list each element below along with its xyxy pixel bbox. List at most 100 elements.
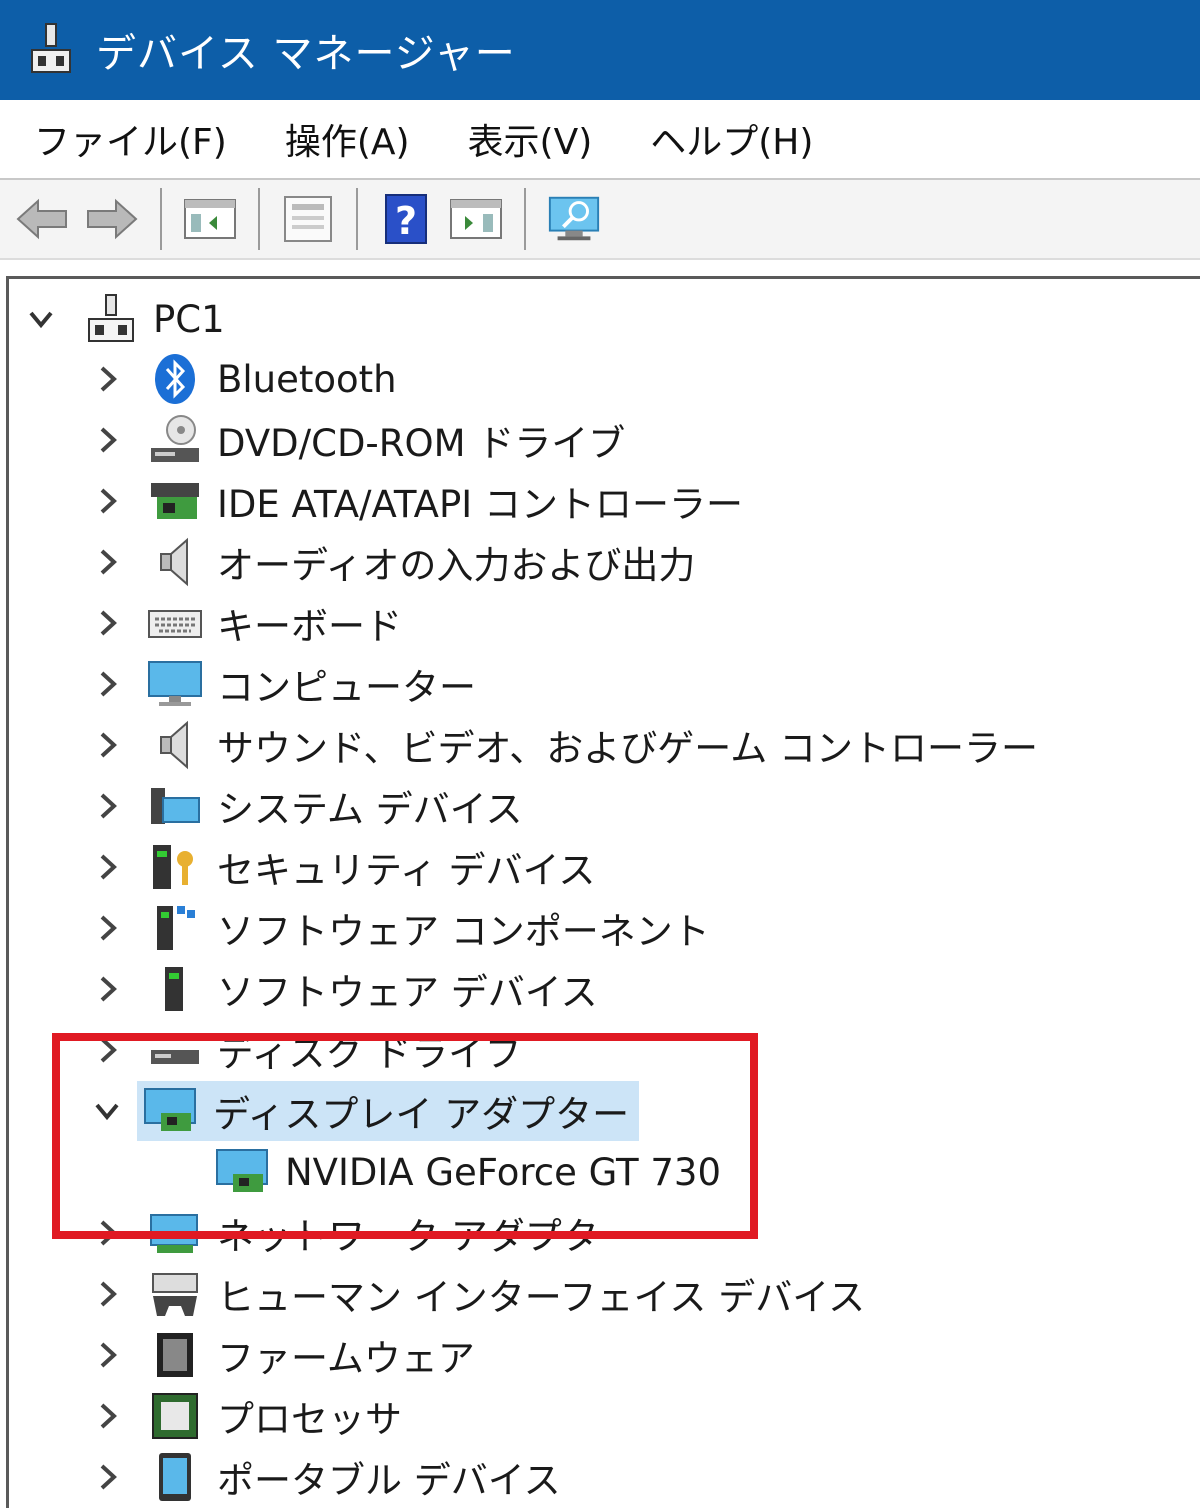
forward-button[interactable] xyxy=(84,191,140,247)
chevron-right-icon[interactable] xyxy=(89,481,125,521)
network-adapter-icon xyxy=(150,1214,198,1253)
tree-item[interactable]: ソフトウェア コンポーネント xyxy=(89,898,710,958)
chevron-right-icon[interactable] xyxy=(89,359,125,399)
tree-item-label: ディスプレイ アダプター xyxy=(213,1093,630,1136)
chevron-right-icon[interactable] xyxy=(89,1030,125,1070)
speaker-icon xyxy=(160,537,188,587)
tree-item[interactable]: セキュリティ デバイス xyxy=(89,837,595,897)
properties-icon xyxy=(284,196,332,242)
toolbar-separator xyxy=(160,188,162,250)
tree-item[interactable]: ネットワーク アダプター xyxy=(89,1203,636,1263)
properties-button[interactable] xyxy=(280,191,336,247)
back-icon xyxy=(16,198,67,240)
menu-help[interactable]: ヘルプ(H) xyxy=(650,113,813,165)
chevron-right-icon[interactable] xyxy=(89,847,125,887)
monitor-icon xyxy=(148,661,202,706)
hid-icon xyxy=(152,1273,198,1316)
tree-item[interactable]: サウンド、ビデオ、およびゲーム コントローラー xyxy=(89,715,1038,775)
forward-icon xyxy=(87,198,138,240)
svg-text:?: ? xyxy=(395,199,417,243)
scan-hardware-icon xyxy=(548,196,600,241)
tree-item-label: サウンド、ビデオ、およびゲーム コントローラー xyxy=(217,727,1038,770)
tree-item-label: ソフトウェア デバイス xyxy=(217,971,598,1014)
tree-root-label: PC1 xyxy=(153,297,225,341)
chevron-right-icon[interactable] xyxy=(89,969,125,1009)
tree-item-label: コンピューター xyxy=(217,666,476,709)
tree-item-label: IDE ATA/ATAPI コントローラー xyxy=(217,483,743,526)
display-adapter-icon xyxy=(216,1149,268,1192)
tree-root-pc1[interactable]: PC1 xyxy=(23,289,225,349)
help-icon: ? xyxy=(385,194,427,244)
tree-child-label: NVIDIA GeForce GT 730 xyxy=(285,1150,722,1194)
tree-item[interactable]: DVD/CD-ROM ドライブ xyxy=(89,410,625,470)
tree-item[interactable]: キーボード xyxy=(89,593,402,653)
menu-bar: ファイル(F) 操作(A) 表示(V) ヘルプ(H) xyxy=(0,100,1200,180)
chevron-right-icon[interactable] xyxy=(89,664,125,704)
dvd-drive-icon xyxy=(151,415,199,462)
chevron-right-icon[interactable] xyxy=(89,603,125,643)
toolbar: ? xyxy=(0,180,1200,260)
tree-item[interactable]: プロセッサ xyxy=(89,1386,402,1446)
keyboard-icon xyxy=(148,610,202,638)
toolbar-separator xyxy=(356,188,358,250)
tree-item-label: キーボード xyxy=(217,605,402,648)
tree-item-label: ヒューマン インターフェイス デバイス xyxy=(217,1276,866,1319)
tree-item-label: ソフトウェア コンポーネント xyxy=(217,910,710,953)
chevron-down-icon[interactable] xyxy=(23,299,59,339)
chevron-right-icon[interactable] xyxy=(89,1274,125,1314)
chevron-right-icon[interactable] xyxy=(89,1396,125,1436)
tree-item[interactable]: ポータブル デバイス xyxy=(89,1447,561,1507)
software-device-icon xyxy=(165,967,183,1011)
menu-action[interactable]: 操作(A) xyxy=(285,113,410,165)
action-pane-icon xyxy=(450,199,502,239)
tree-item-label: オーディオの入力および出力 xyxy=(217,544,696,587)
software-component-icon xyxy=(157,906,195,950)
console-tree-button[interactable] xyxy=(182,191,238,247)
window-title: デバイス マネージャー xyxy=(96,31,516,77)
ide-controller-icon xyxy=(151,483,199,519)
tree-item-label: ファームウェア xyxy=(217,1337,475,1380)
chevron-right-icon[interactable] xyxy=(89,1457,125,1497)
toolbar-separator xyxy=(258,188,260,250)
tree-item-label: プロセッサ xyxy=(217,1398,402,1441)
computer-network-icon xyxy=(88,294,134,342)
device-tree: PC1 Bluetooth DVD/CD-ROM ドライブ IDE ATA/AT… xyxy=(6,276,1200,1508)
scan-hardware-button[interactable] xyxy=(546,191,602,247)
tree-item[interactable]: IDE ATA/ATAPI コントローラー xyxy=(89,471,743,531)
tree-child-nvidia[interactable]: NVIDIA GeForce GT 730 xyxy=(193,1142,721,1202)
title-bar: デバイス マネージャー xyxy=(0,0,1200,100)
tree-item[interactable]: Bluetooth xyxy=(89,349,397,409)
chevron-right-icon[interactable] xyxy=(89,908,125,948)
tree-item-label: Bluetooth xyxy=(217,357,397,401)
tree-item-label: セキュリティ デバイス xyxy=(217,849,596,892)
chevron-down-icon[interactable] xyxy=(89,1091,125,1131)
display-adapter-icon xyxy=(144,1088,196,1131)
chevron-right-icon[interactable] xyxy=(89,1213,125,1253)
tree-item-label: ポータブル デバイス xyxy=(217,1459,561,1502)
device-manager-icon xyxy=(31,23,71,73)
help-button[interactable]: ? xyxy=(378,191,434,247)
chevron-right-icon[interactable] xyxy=(89,1335,125,1375)
tree-item-label: ネットワーク アダプター xyxy=(217,1215,636,1258)
menu-file[interactable]: ファイル(F) xyxy=(34,113,227,165)
menu-view[interactable]: 表示(V) xyxy=(468,113,593,165)
tree-item[interactable]: ヒューマン インターフェイス デバイス xyxy=(89,1264,865,1324)
back-button[interactable] xyxy=(14,191,70,247)
tree-item[interactable]: システム デバイス xyxy=(89,776,523,836)
tree-item[interactable]: ソフトウェア デバイス xyxy=(89,959,598,1019)
tree-item[interactable]: ディスク ドライブ xyxy=(89,1020,522,1080)
tree-item[interactable]: オーディオの入力および出力 xyxy=(89,532,695,592)
tree-item-display-adapters[interactable]: ディスプレイ アダプター xyxy=(89,1081,640,1141)
tree-item[interactable]: コンピューター xyxy=(89,654,476,714)
toolbar-separator xyxy=(524,188,526,250)
tree-item[interactable]: ファームウェア xyxy=(89,1325,475,1385)
chevron-right-icon[interactable] xyxy=(89,786,125,826)
action-pane-button[interactable] xyxy=(448,191,504,247)
chevron-right-icon[interactable] xyxy=(89,420,125,460)
portable-device-icon xyxy=(159,1453,191,1501)
disk-drive-icon xyxy=(151,1050,199,1064)
show-hide-console-tree-icon xyxy=(184,199,236,239)
tree-item-label: ディスク ドライブ xyxy=(217,1032,523,1075)
chevron-right-icon[interactable] xyxy=(89,725,125,765)
chevron-right-icon[interactable] xyxy=(89,542,125,582)
